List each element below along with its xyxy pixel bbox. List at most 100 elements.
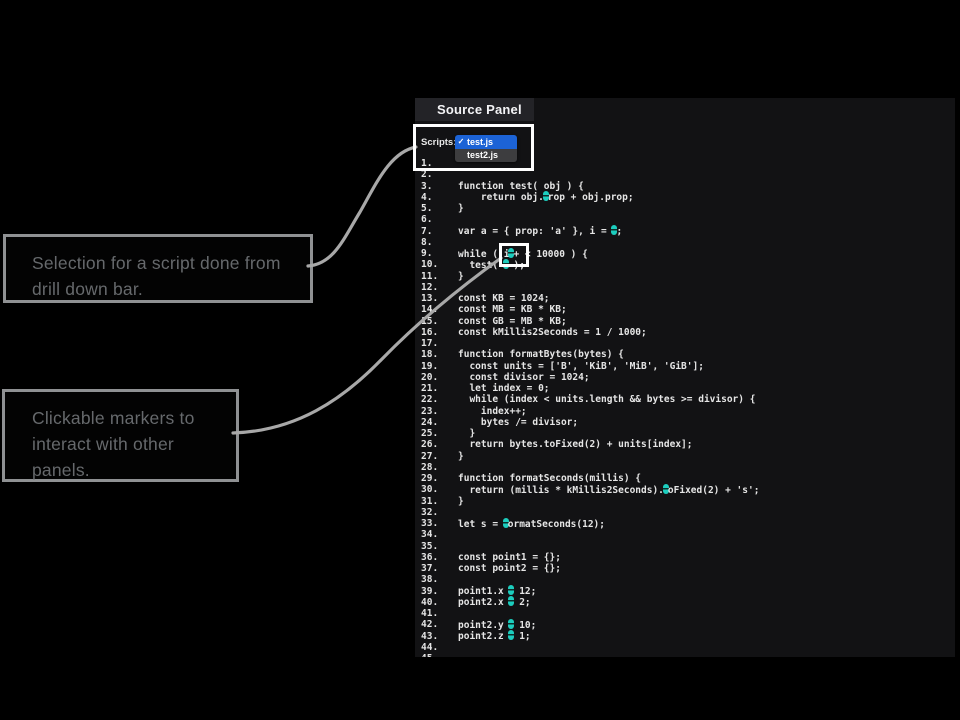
code-text: } <box>458 271 464 282</box>
code-text: const kMillis2Seconds = 1 / 1000; <box>458 327 647 338</box>
line-number: 13. <box>421 293 458 304</box>
code-marker[interactable] <box>611 225 617 235</box>
line-number: 29. <box>421 473 458 484</box>
code-line: 18.function formatBytes(bytes) { <box>421 349 955 360</box>
code-text: const divisor = 1024; <box>458 372 590 383</box>
code-marker[interactable] <box>508 585 514 595</box>
code-line: 29.function formatSeconds(millis) { <box>421 473 955 484</box>
line-number: 42. <box>421 619 458 630</box>
line-number: 5. <box>421 203 458 214</box>
code-line: 22. while (index < units.length && bytes… <box>421 394 955 405</box>
code-line: 33.let s = ormatSeconds(12); <box>421 518 955 529</box>
code-line: 3.function test( obj ) { <box>421 181 955 192</box>
line-number: 39. <box>421 586 458 597</box>
code-marker[interactable] <box>508 596 514 606</box>
code-text: bytes /= divisor; <box>458 417 578 428</box>
line-number: 28. <box>421 462 458 473</box>
line-number: 26. <box>421 439 458 450</box>
code-text: const point1 = {}; <box>458 552 561 563</box>
line-number: 10. <box>421 259 458 270</box>
line-number: 38. <box>421 574 458 585</box>
annotation-scripts-text: Selection for a script done from drill d… <box>32 253 281 299</box>
annotation-markers-text: Clickable markers to interact with other… <box>32 408 195 480</box>
line-number: 33. <box>421 518 458 529</box>
code-text: point2.z 1; <box>458 630 531 642</box>
panel-title: Source Panel <box>415 98 534 121</box>
code-marker[interactable] <box>503 518 509 528</box>
line-number: 9. <box>421 248 458 259</box>
line-number: 24. <box>421 417 458 428</box>
line-number: 34. <box>421 529 458 540</box>
code-line: 11.} <box>421 271 955 282</box>
code-line: 34. <box>421 529 955 540</box>
code-marker[interactable] <box>508 630 514 640</box>
code-line: 37.const point2 = {}; <box>421 563 955 574</box>
code-line: 19. const units = ['B', 'KiB', 'MiB', 'G… <box>421 361 955 372</box>
code-marker[interactable] <box>508 619 514 629</box>
code-line: 42.point2.y 10; <box>421 619 955 630</box>
code-text: const MB = KB * KB; <box>458 304 567 315</box>
code-line: 35. <box>421 541 955 552</box>
code-listing: 1.2.3.function test( obj ) {4. return ob… <box>421 158 955 657</box>
code-text: } <box>458 496 464 507</box>
line-number: 37. <box>421 563 458 574</box>
code-line: 26. return bytes.toFixed(2) + units[inde… <box>421 439 955 450</box>
code-text: return (millis * kMillis2Seconds).oFixed… <box>458 484 759 496</box>
source-panel: Source Panel Scripts: ✓test.jstest2.js 1… <box>415 98 955 657</box>
line-number: 4. <box>421 192 458 203</box>
code-line: 5.} <box>421 203 955 214</box>
code-line: 40.point2.x 2; <box>421 597 955 608</box>
code-text: point2.x 2; <box>458 596 531 608</box>
code-text: const GB = MB * KB; <box>458 316 567 327</box>
line-number: 11. <box>421 271 458 282</box>
code-marker[interactable] <box>543 191 549 201</box>
line-number: 43. <box>421 631 458 642</box>
line-number: 3. <box>421 181 458 192</box>
code-line: 38. <box>421 574 955 585</box>
code-text: return obj.rop + obj.prop; <box>458 191 634 203</box>
line-number: 19. <box>421 361 458 372</box>
code-line: 16.const kMillis2Seconds = 1 / 1000; <box>421 327 955 338</box>
line-number: 41. <box>421 608 458 619</box>
code-text: function formatBytes(bytes) { <box>458 349 624 360</box>
code-text: const point2 = {}; <box>458 563 561 574</box>
connector-line-scripts <box>308 147 416 266</box>
code-text: point1.x 12; <box>458 585 536 597</box>
code-line: 12. <box>421 282 955 293</box>
code-text: var a = { prop: 'a' }, i = ; <box>458 225 622 237</box>
line-number: 14. <box>421 304 458 315</box>
line-number: 8. <box>421 237 458 248</box>
code-line: 36.const point1 = {}; <box>421 552 955 563</box>
code-text: function test( obj ) { <box>458 181 584 192</box>
code-line: 24. bytes /= divisor; <box>421 417 955 428</box>
line-number: 22. <box>421 394 458 405</box>
code-line: 30. return (millis * kMillis2Seconds).oF… <box>421 484 955 495</box>
code-marker[interactable] <box>663 484 669 494</box>
code-line: 44. <box>421 642 955 653</box>
code-text: const units = ['B', 'KiB', 'MiB', 'GiB']… <box>458 361 704 372</box>
line-number: 32. <box>421 507 458 518</box>
code-line: 41. <box>421 608 955 619</box>
code-line: 7.var a = { prop: 'a' }, i = ; <box>421 226 955 237</box>
code-text: } <box>458 428 475 439</box>
code-line: 4. return obj.rop + obj.prop; <box>421 192 955 203</box>
line-number: 31. <box>421 496 458 507</box>
annotation-scripts: Selection for a script done from drill d… <box>3 234 313 303</box>
line-number: 27. <box>421 451 458 462</box>
code-text: const KB = 1024; <box>458 293 550 304</box>
annotation-markers: Clickable markers to interact with other… <box>2 389 239 482</box>
line-number: 16. <box>421 327 458 338</box>
line-number: 21. <box>421 383 458 394</box>
line-number: 44. <box>421 642 458 653</box>
code-line: 39.point1.x 12; <box>421 586 955 597</box>
code-line: 27.} <box>421 451 955 462</box>
line-number: 30. <box>421 484 458 495</box>
line-number: 7. <box>421 226 458 237</box>
line-number: 20. <box>421 372 458 383</box>
code-text: let s = ormatSeconds(12); <box>458 518 605 530</box>
code-text: } <box>458 451 464 462</box>
line-number: 36. <box>421 552 458 563</box>
code-line: 43.point2.z 1; <box>421 631 955 642</box>
line-number: 15. <box>421 316 458 327</box>
line-number: 23. <box>421 406 458 417</box>
